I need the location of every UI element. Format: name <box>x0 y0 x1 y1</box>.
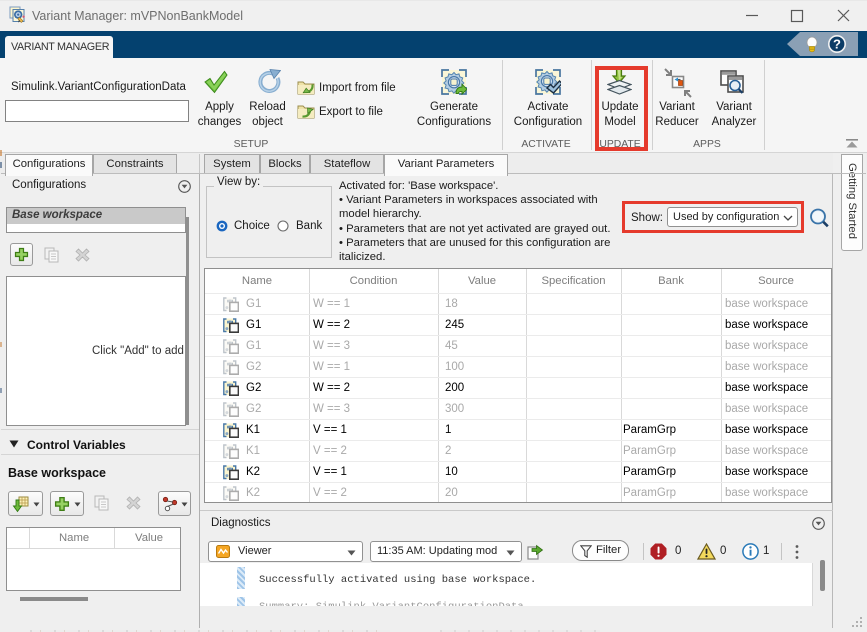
svg-text:?: ? <box>833 37 841 52</box>
